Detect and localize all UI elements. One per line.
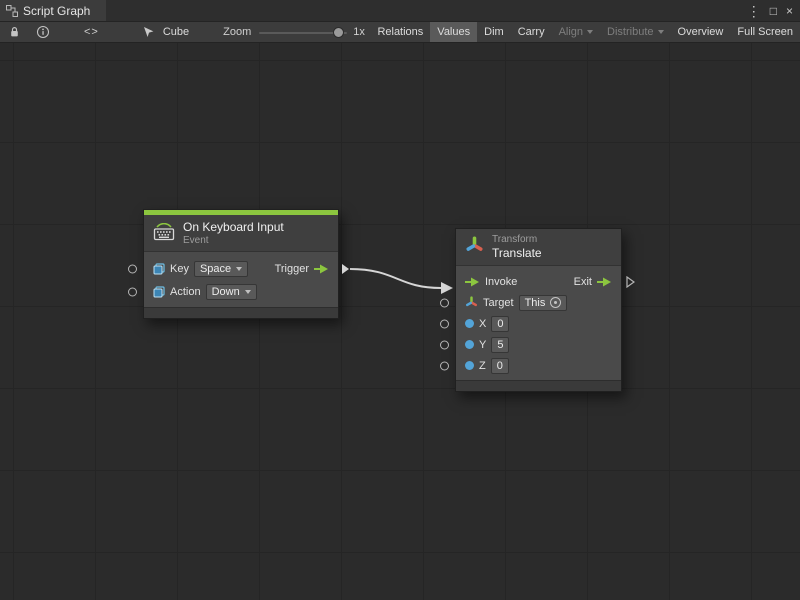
transform-node-body: Invoke Exit — [456, 266, 621, 380]
keycode-icon — [153, 263, 165, 275]
invoke-arrow-icon — [465, 277, 480, 287]
key-dropdown[interactable]: Space — [194, 261, 248, 277]
carry-button[interactable]: Carry — [511, 22, 552, 42]
x-input-port[interactable] — [440, 319, 449, 328]
z-value-field[interactable]: 0 — [491, 358, 509, 374]
invoke-row: Invoke Exit — [456, 271, 621, 292]
exit-label: Exit — [574, 276, 592, 288]
key-label: Key — [170, 263, 189, 275]
exit-output-port[interactable] — [626, 276, 635, 288]
transform-node-category: Transform — [492, 234, 542, 245]
y-input-port[interactable] — [440, 340, 449, 349]
graph-target[interactable]: Cube — [139, 26, 189, 38]
action-label: Action — [170, 286, 201, 298]
transform-node-header[interactable]: Transform Translate — [456, 229, 621, 266]
distribute-button[interactable]: Distribute — [600, 22, 670, 42]
values-button[interactable]: Values — [430, 22, 477, 42]
zoom-slider[interactable] — [259, 22, 347, 43]
y-label: Y — [479, 339, 486, 351]
z-value: 0 — [497, 360, 503, 372]
transform-icon — [465, 296, 478, 309]
chevron-down-icon — [587, 30, 593, 34]
graph-canvas[interactable]: On Keyboard Input Event Key Space — [0, 43, 800, 600]
value-port-icon — [465, 340, 474, 349]
x-value-field[interactable]: 0 — [491, 316, 509, 332]
code-icon[interactable]: <> — [80, 26, 103, 38]
graph-toolbar: <> Cube Zoom 1x Relations Values Dim Car… — [0, 22, 800, 43]
trigger-label: Trigger — [275, 263, 309, 275]
action-dropdown-value: Down — [212, 286, 240, 298]
event-node-body: Key Space Trigger — [144, 252, 338, 307]
chevron-down-icon — [236, 267, 242, 271]
window-controls: ⋮ □ × — [747, 0, 800, 21]
trigger-arrow-icon — [314, 264, 329, 274]
key-dropdown-value: Space — [200, 263, 231, 275]
cursor-icon — [139, 26, 158, 38]
event-node-subtitle: Event — [183, 235, 284, 246]
target-label: Target — [483, 297, 514, 309]
transform-node-title: Translate — [492, 246, 542, 260]
value-port-icon — [465, 319, 474, 328]
tab-script-graph[interactable]: Script Graph — [0, 0, 106, 21]
z-input-port[interactable] — [440, 361, 449, 370]
invoke-label: Invoke — [485, 276, 517, 288]
zoom-label: Zoom — [223, 26, 251, 38]
node-transform-translate[interactable]: Transform Translate Invoke Exit — [455, 228, 622, 392]
relations-button[interactable]: Relations — [370, 22, 430, 42]
object-picker-icon[interactable] — [550, 297, 561, 308]
window-menu-button[interactable]: ⋮ — [747, 0, 761, 22]
toolbar-buttons: Relations Values Dim Carry Align Distrib… — [370, 22, 800, 42]
y-value-field[interactable]: 5 — [491, 337, 509, 353]
window-close-button[interactable]: × — [786, 0, 793, 22]
tab-title: Script Graph — [23, 4, 90, 18]
keycode-icon — [153, 286, 165, 298]
chevron-down-icon — [658, 30, 664, 34]
target-value-field[interactable]: This — [519, 295, 568, 311]
node-on-keyboard-input[interactable]: On Keyboard Input Event Key Space — [143, 209, 339, 319]
x-value: 0 — [497, 318, 503, 330]
window-maximize-button[interactable]: □ — [770, 0, 777, 22]
zoom-value: 1x — [353, 26, 365, 38]
connection-wire — [0, 43, 800, 600]
dim-button[interactable]: Dim — [477, 22, 511, 42]
event-node-header[interactable]: On Keyboard Input Event — [144, 215, 338, 252]
event-node-title: On Keyboard Input — [183, 220, 284, 234]
zoom-slider-knob[interactable] — [333, 27, 344, 38]
target-row: Target This — [456, 292, 621, 313]
action-input-port[interactable] — [128, 287, 137, 296]
overview-button[interactable]: Overview — [671, 22, 731, 42]
x-row: X 0 — [456, 313, 621, 334]
target-value: This — [525, 297, 546, 309]
z-row: Z 0 — [456, 355, 621, 376]
key-row: Key Space Trigger — [144, 257, 338, 280]
key-input-port[interactable] — [128, 264, 137, 273]
target-input-port[interactable] — [440, 298, 449, 307]
x-label: X — [479, 318, 486, 330]
lock-icon[interactable] — [5, 26, 24, 38]
window-titlebar: Script Graph ⋮ □ × — [0, 0, 800, 22]
y-row: Y 5 — [456, 334, 621, 355]
transform-node-footer — [456, 380, 621, 391]
transform-icon — [465, 236, 484, 258]
action-dropdown[interactable]: Down — [206, 284, 257, 300]
event-node-footer — [144, 307, 338, 318]
graph-target-label: Cube — [163, 26, 189, 38]
trigger-output-port[interactable] — [342, 264, 349, 274]
align-button[interactable]: Align — [552, 22, 600, 42]
fullscreen-button[interactable]: Full Screen — [730, 22, 800, 42]
script-graph-icon — [6, 5, 18, 17]
action-row: Action Down — [144, 280, 338, 303]
z-label: Z — [479, 360, 486, 372]
value-port-icon — [465, 361, 474, 370]
chevron-down-icon — [245, 290, 251, 294]
keyboard-icon — [153, 223, 175, 244]
y-value: 5 — [497, 339, 503, 351]
info-icon[interactable] — [32, 25, 54, 39]
exit-arrow-icon — [597, 277, 612, 287]
